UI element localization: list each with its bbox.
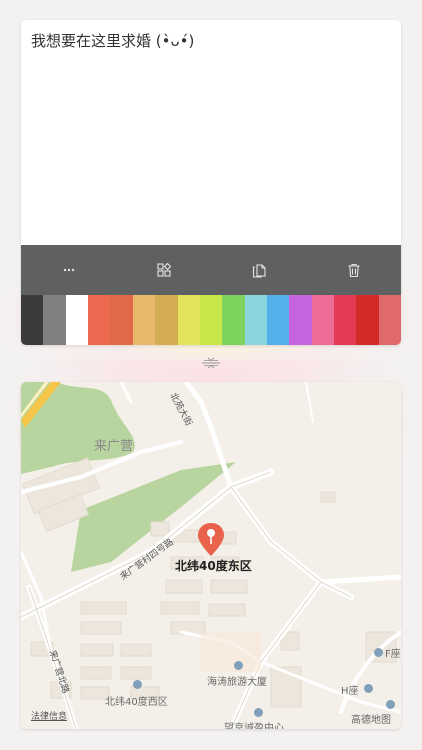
color-swatch[interactable] — [244, 295, 267, 345]
copy-button[interactable] — [211, 245, 306, 295]
color-swatch[interactable] — [21, 295, 44, 345]
legal-info-link[interactable]: 法律信息 — [31, 709, 67, 722]
color-swatch[interactable] — [289, 295, 312, 345]
color-swatch[interactable] — [334, 295, 357, 345]
color-swatch[interactable] — [378, 295, 401, 345]
map-pin-icon — [198, 523, 224, 556]
map-provider-logo: 高德地图 — [351, 715, 391, 726]
delete-button[interactable] — [306, 245, 401, 295]
poi-dot-h-block — [364, 684, 373, 693]
copy-icon — [252, 264, 266, 278]
color-swatch[interactable] — [311, 295, 335, 345]
poi-dot-wangjing — [254, 708, 263, 717]
note-card: 我想要在这里求婚 (•̀ᴗ•́) — [21, 20, 401, 345]
poi-dot-south — [386, 700, 395, 709]
color-swatch[interactable] — [266, 295, 290, 345]
resize-handle-icon — [202, 357, 220, 369]
color-palette — [21, 295, 401, 345]
poi-dot-west — [133, 680, 142, 689]
color-swatch[interactable] — [177, 295, 200, 345]
poi-dot-haitao — [234, 661, 243, 670]
map-label-laiguangying: 来广营 — [94, 439, 134, 454]
color-swatch[interactable] — [65, 295, 89, 345]
color-swatch[interactable] — [110, 295, 133, 345]
poi-dot-f-block — [374, 648, 383, 657]
color-swatch[interactable] — [88, 295, 111, 345]
note-text-area[interactable]: 我想要在这里求婚 (•̀ᴗ•́) — [31, 30, 391, 244]
note-toolbar — [21, 245, 401, 295]
map-label-h-block: H座 — [341, 686, 359, 697]
location-pin[interactable] — [197, 522, 225, 558]
more-button[interactable] — [21, 245, 116, 295]
color-swatch[interactable] — [222, 295, 245, 345]
trash-icon — [348, 263, 359, 278]
color-swatch[interactable] — [356, 295, 379, 345]
map-label-f-block: F座 — [385, 649, 401, 660]
map-label-wangjing: 望京诚盈中心 — [224, 723, 284, 729]
map-label-haitao: 海涛旅游大厦 — [207, 677, 267, 688]
color-swatch[interactable] — [132, 295, 156, 345]
map-label-west-district: 北纬40度西区 — [105, 697, 168, 708]
color-swatch[interactable] — [199, 295, 223, 345]
marker-title: 北纬40度东区 — [175, 559, 252, 573]
color-swatch[interactable] — [43, 295, 66, 345]
more-icon — [63, 268, 74, 272]
resize-handle[interactable] — [199, 354, 223, 372]
map-view[interactable]: 来广营 北苑大街 来广营村四号路 来广营北路 北纬40度东区 北纬40度西区 海… — [21, 382, 401, 729]
add-widget-button[interactable] — [116, 245, 211, 295]
apps-add-icon — [156, 262, 171, 277]
color-swatch[interactable] — [155, 295, 178, 345]
